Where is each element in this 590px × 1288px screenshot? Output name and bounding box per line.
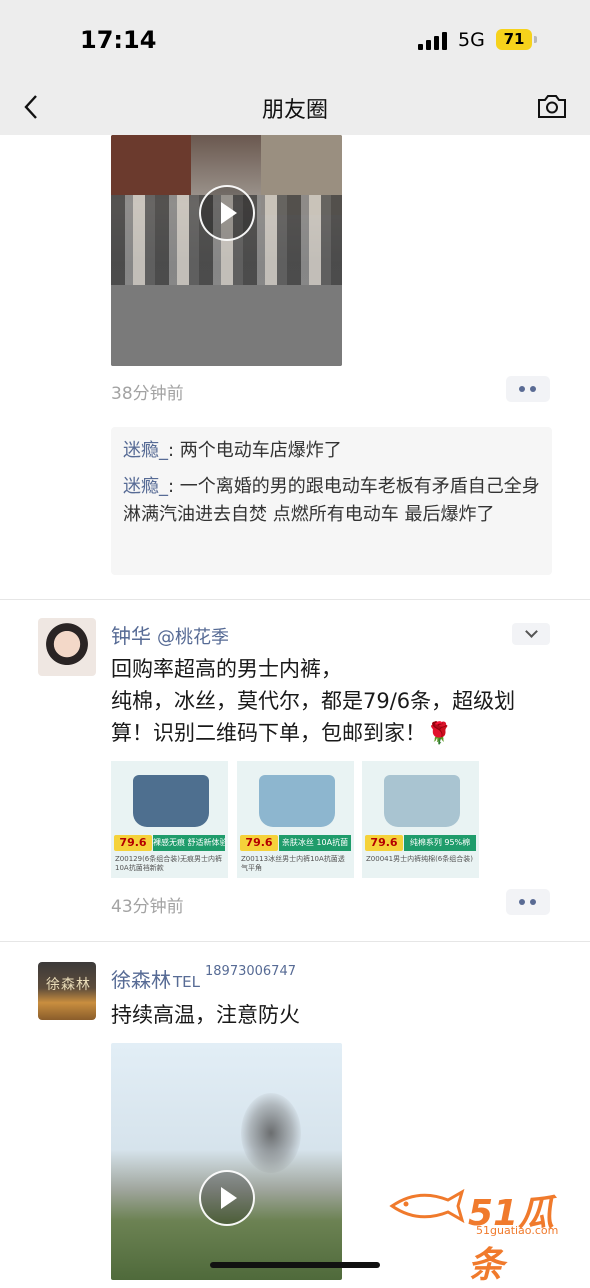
post-image[interactable]: 79.6 纯棉系列 95%棉 Z00041男士内裤纯棉(6条组合装) bbox=[362, 761, 479, 878]
moments-feed[interactable]: 38分钟前 迷瘾_: 两个电动车店爆炸了 迷瘾_: 一个离婚的男的跟电动车老板有… bbox=[0, 135, 590, 1280]
rose-emoji: 🌹 bbox=[426, 721, 453, 745]
more-options-button[interactable] bbox=[506, 376, 550, 402]
status-time: 17:14 bbox=[80, 26, 157, 54]
post-timestamp: 43分钟前 bbox=[111, 897, 184, 917]
video-thumbnail[interactable] bbox=[111, 135, 342, 366]
avatar[interactable] bbox=[38, 618, 96, 676]
post-text: 回购率超高的男士内裤， 纯棉，冰丝，莫代尔，都是79/6条，超级划算！识别二维码… bbox=[111, 657, 516, 745]
post-text: 持续高温，注意防火 bbox=[111, 1003, 300, 1027]
home-indicator[interactable] bbox=[210, 1262, 380, 1268]
post-divider bbox=[0, 941, 590, 942]
comment[interactable]: 迷瘾_: 一个离婚的男的跟电动车老板有矛盾自己全身淋满汽油进去自焚 点燃所有电动… bbox=[123, 473, 543, 529]
battery-icon: 71 bbox=[496, 29, 537, 50]
camera-icon[interactable] bbox=[536, 92, 568, 120]
commenter-name[interactable]: 迷瘾_ bbox=[123, 476, 168, 497]
page-title: 朋友圈 bbox=[261, 98, 328, 123]
fish-icon bbox=[389, 1188, 465, 1224]
play-icon[interactable] bbox=[199, 185, 255, 241]
comment-text: : 两个电动车店爆炸了 bbox=[168, 440, 342, 461]
comments-box: 迷瘾_: 两个电动车店爆炸了 迷瘾_: 一个离婚的男的跟电动车老板有矛盾自己全身… bbox=[111, 427, 552, 575]
user-subtitle: @桃花季 bbox=[157, 627, 229, 648]
post-timestamp: 38分钟前 bbox=[111, 384, 184, 404]
video-thumbnail[interactable] bbox=[111, 1043, 342, 1280]
tel-mark: TEL bbox=[173, 973, 200, 991]
comment-text: : 一个离婚的男的跟电动车老板有矛盾自己全身淋满汽油进去自焚 点燃所有电动车 最… bbox=[123, 476, 540, 525]
watermark-logo: 51瓜条 51guatiao.com bbox=[388, 1180, 578, 1286]
comment[interactable]: 迷瘾_: 两个电动车店爆炸了 bbox=[123, 437, 543, 465]
user-phone: 18973006747 bbox=[205, 964, 296, 979]
chevron-down-icon[interactable] bbox=[512, 623, 550, 645]
play-icon[interactable] bbox=[199, 1170, 255, 1226]
user-name[interactable]: 徐森林 TEL bbox=[111, 964, 200, 993]
avatar[interactable]: 徐森林 bbox=[38, 962, 96, 1020]
post-image[interactable]: 79.6 裸感无痕 舒适新体验 Z00129(6条组合装)无痕男士内裤10A抗菌… bbox=[111, 761, 228, 878]
more-options-button[interactable] bbox=[506, 889, 550, 915]
status-bar: 17:14 5G 71 bbox=[0, 0, 590, 80]
signal-icon bbox=[418, 30, 448, 50]
network-label: 5G bbox=[458, 29, 485, 51]
user-name[interactable]: 钟华 @桃花季 bbox=[111, 620, 229, 649]
post-divider bbox=[0, 599, 590, 600]
post-image[interactable]: 79.6 亲肤冰丝 10A抗菌 Z00113冰丝男士内裤10A抗菌透气平角 bbox=[237, 761, 354, 878]
commenter-name[interactable]: 迷瘾_ bbox=[123, 440, 168, 461]
avatar-logo: 徐森林 bbox=[46, 977, 91, 993]
nav-bar: 朋友圈 bbox=[0, 80, 590, 135]
